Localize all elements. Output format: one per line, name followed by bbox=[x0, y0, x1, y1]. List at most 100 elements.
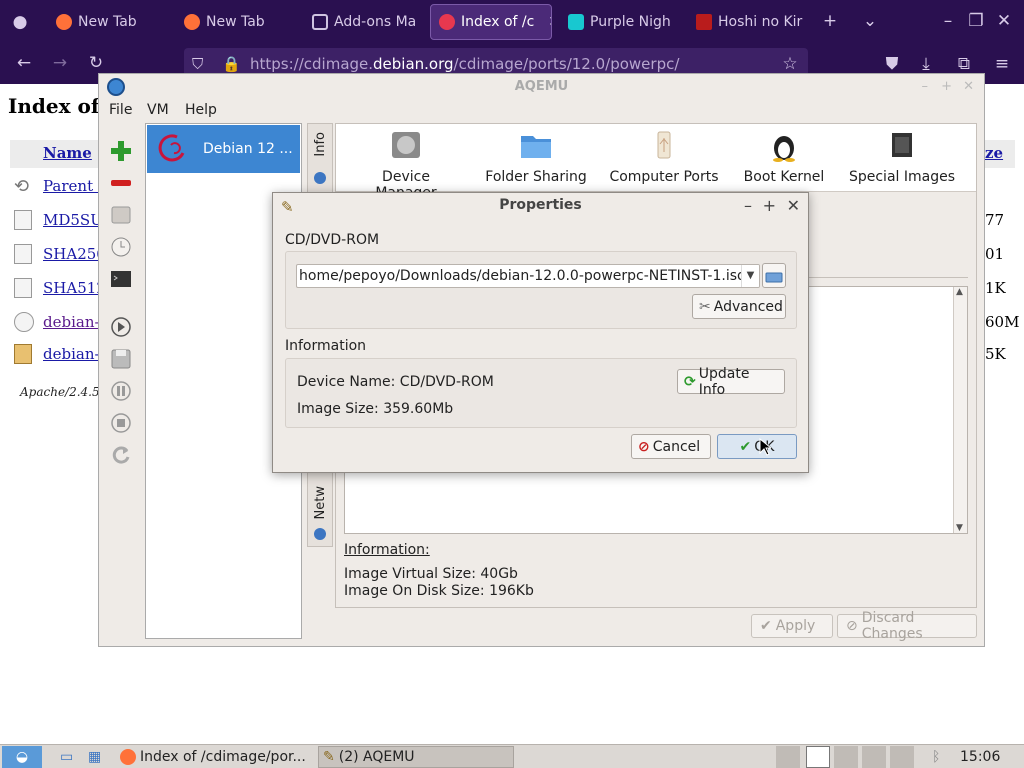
special-images-button[interactable]: Special Images bbox=[844, 128, 960, 185]
vm-settings-button[interactable] bbox=[108, 202, 134, 228]
url-suffix: /cdimage/ports/12.0/powerpc/ bbox=[453, 55, 680, 73]
terminal-icon bbox=[111, 271, 131, 287]
bookmark-star-icon[interactable]: ☆ bbox=[778, 54, 802, 74]
menu-vm[interactable]: VM bbox=[147, 102, 169, 118]
console-button[interactable] bbox=[108, 266, 134, 292]
name-column-header[interactable]: Name bbox=[43, 144, 92, 162]
menu-help[interactable]: Help bbox=[185, 102, 217, 118]
chevron-down-icon[interactable]: ⌄ bbox=[858, 11, 882, 31]
vertical-scrollbar[interactable]: ▲ ▼ bbox=[953, 287, 967, 533]
file-manager-icon[interactable]: ▭ bbox=[56, 746, 80, 768]
aqemu-title-bar[interactable]: AQEMU – + ✕ bbox=[99, 74, 984, 100]
file-size: 01 bbox=[985, 245, 1005, 263]
folder-sharing-button[interactable]: Folder Sharing bbox=[480, 128, 592, 185]
discard-changes-button[interactable]: ⊘ Discard Changes bbox=[837, 610, 977, 642]
back-icon[interactable]: ← bbox=[12, 53, 36, 73]
tab-purple-night[interactable]: Purple Nigh bbox=[560, 4, 680, 40]
apply-label: Apply bbox=[775, 618, 816, 634]
vm-toolbar bbox=[101, 124, 141, 464]
close-icon[interactable]: ✕ bbox=[963, 74, 974, 100]
workspace-4[interactable] bbox=[862, 746, 886, 768]
play-icon bbox=[111, 317, 131, 337]
ok-button[interactable]: ✔ OK bbox=[717, 434, 797, 459]
device-icon-row: Device Manager Folder Sharing Computer P… bbox=[336, 124, 976, 201]
server-footer: Apache/2.4.58 bbox=[20, 385, 108, 399]
download-icon[interactable]: ⤓ bbox=[914, 54, 938, 74]
stop-vm-button[interactable] bbox=[108, 410, 134, 436]
forward-icon[interactable]: → bbox=[48, 53, 72, 73]
taskbar-firefox-label: Index of /cdimage/por... bbox=[140, 749, 306, 765]
taskbar-aqemu-item[interactable]: ✎ (2) AQEMU bbox=[318, 746, 514, 768]
taskbar-firefox-item[interactable]: Index of /cdimage/por... bbox=[116, 746, 312, 768]
minimize-icon[interactable]: – bbox=[744, 194, 752, 218]
workspace-3[interactable] bbox=[834, 746, 858, 768]
add-vm-button[interactable] bbox=[108, 138, 134, 164]
iso-path-combo[interactable]: home/pepoyo/Downloads/debian-12.0.0-powe… bbox=[296, 264, 760, 288]
pocket-icon[interactable]: ⛊ bbox=[880, 54, 904, 74]
file-link[interactable]: SHA512 bbox=[43, 279, 106, 297]
new-tab-icon[interactable]: + bbox=[818, 11, 842, 31]
delete-vm-button[interactable] bbox=[108, 170, 134, 196]
computer-ports-label: Computer Ports bbox=[609, 169, 719, 185]
workspace-5[interactable] bbox=[890, 746, 914, 768]
reload-icon[interactable]: ↻ bbox=[84, 53, 108, 73]
close-window-icon[interactable]: ✕ bbox=[992, 11, 1016, 31]
save-vm-button[interactable] bbox=[108, 346, 134, 372]
tab-index-of-cdimage[interactable]: Index of /c ✕ bbox=[430, 4, 552, 40]
minimize-icon[interactable]: – bbox=[922, 74, 929, 100]
tab-hoshi-no-kirby[interactable]: Hoshi no Kir bbox=[688, 4, 808, 40]
lock-icon[interactable]: 🔒 bbox=[222, 55, 241, 73]
extensions-icon[interactable]: ⧉ bbox=[952, 54, 976, 74]
size-column-header[interactable]: ze bbox=[985, 144, 1003, 162]
firefox-menu-icon[interactable]: ● bbox=[8, 12, 32, 32]
plus-icon bbox=[111, 141, 131, 161]
tab-label: Add-ons Ma bbox=[334, 14, 417, 30]
reset-vm-button[interactable] bbox=[108, 442, 134, 468]
file-link[interactable]: SHA256 bbox=[43, 245, 106, 263]
boot-kernel-button[interactable]: Boot Kernel bbox=[736, 128, 832, 185]
drive-icon bbox=[765, 272, 783, 282]
start-vm-button[interactable] bbox=[108, 314, 134, 340]
maximize-icon[interactable]: + bbox=[763, 194, 776, 218]
aqemu-app-icon bbox=[107, 78, 125, 96]
menu-file[interactable]: File bbox=[109, 102, 132, 118]
close-icon[interactable]: ✕ bbox=[787, 194, 800, 218]
vm-list-item[interactable]: Debian 12 ... bbox=[147, 125, 300, 173]
tab-new-tab-1[interactable]: New Tab bbox=[48, 4, 168, 40]
restore-icon[interactable]: ❐ bbox=[964, 11, 988, 31]
workspace-2[interactable] bbox=[806, 746, 830, 768]
cancel-button[interactable]: ⊘ Cancel bbox=[631, 434, 711, 459]
scroll-up-icon[interactable]: ▲ bbox=[956, 287, 963, 297]
dialog-title-bar[interactable]: ✎ Properties – + ✕ bbox=[273, 193, 808, 217]
pause-vm-button[interactable] bbox=[108, 378, 134, 404]
update-info-button[interactable]: ⟳ Update Info bbox=[677, 366, 785, 398]
firefox-icon bbox=[56, 14, 72, 30]
minimize-icon[interactable]: – bbox=[936, 11, 960, 31]
tab-addons-manager[interactable]: Add-ons Ma bbox=[304, 4, 424, 40]
close-tab-icon[interactable]: ✕ bbox=[548, 14, 551, 30]
snapshot-button[interactable] bbox=[108, 234, 134, 260]
workspace-1[interactable] bbox=[776, 746, 800, 768]
tab-new-tab-2[interactable]: New Tab bbox=[176, 4, 296, 40]
computer-ports-button[interactable]: Computer Ports bbox=[606, 128, 722, 185]
hamburger-menu-icon[interactable]: ≡ bbox=[990, 54, 1014, 74]
maximize-icon[interactable]: + bbox=[941, 74, 952, 100]
tracking-shield-icon[interactable]: ⛉ bbox=[192, 55, 208, 73]
cd-dvd-group: home/pepoyo/Downloads/debian-12.0.0-powe… bbox=[285, 251, 797, 329]
tab-network[interactable]: Netw bbox=[310, 484, 330, 540]
advanced-button[interactable]: ✂ Advanced bbox=[692, 294, 786, 319]
device-manager-button[interactable]: Device Manager bbox=[350, 128, 462, 201]
text-file-icon bbox=[14, 278, 32, 298]
folder-icon bbox=[521, 136, 551, 158]
browse-iso-button[interactable] bbox=[762, 263, 786, 288]
start-menu-button[interactable]: ◒ bbox=[2, 746, 42, 768]
scroll-down-icon[interactable]: ▼ bbox=[956, 523, 963, 533]
apply-button[interactable]: ✔ Apply bbox=[751, 614, 833, 638]
file-link[interactable]: MD5SU bbox=[43, 211, 103, 229]
refresh-icon: ⟳ bbox=[684, 373, 696, 390]
tab-info[interactable]: Info bbox=[310, 130, 330, 186]
chevron-down-icon[interactable]: ▼ bbox=[741, 265, 759, 287]
system-monitor-icon[interactable]: ▦ bbox=[84, 746, 108, 768]
clock[interactable]: 15:06 bbox=[956, 746, 1004, 768]
bluetooth-icon[interactable]: ᛒ bbox=[928, 746, 944, 768]
